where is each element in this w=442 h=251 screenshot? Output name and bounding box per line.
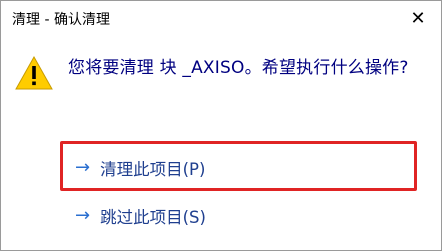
purge-item-label: 清理此项目(P) [100, 160, 206, 179]
confirm-message: 您将要清理 块 _AXISO。希望执行什么操作? [68, 58, 409, 78]
close-button[interactable]: ✕ [395, 1, 441, 37]
close-icon: ✕ [410, 8, 426, 29]
warning-icon [15, 56, 53, 90]
skip-item-label: 跳过此项目(S) [100, 208, 206, 227]
purge-item-option[interactable]: → 清理此项目(P) [75, 156, 205, 180]
arrow-right-icon: → [75, 157, 91, 178]
skip-item-option[interactable]: → 跳过此项目(S) [75, 204, 206, 228]
arrow-right-icon: → [75, 205, 91, 226]
title-bar: 清理 - 确认清理 ✕ [1, 1, 441, 37]
dialog-title: 清理 - 确认清理 [12, 12, 110, 28]
confirm-purge-dialog: 清理 - 确认清理 ✕ 您将要清理 块 _AXISO。希望执行什么操作? → 清… [0, 0, 442, 251]
